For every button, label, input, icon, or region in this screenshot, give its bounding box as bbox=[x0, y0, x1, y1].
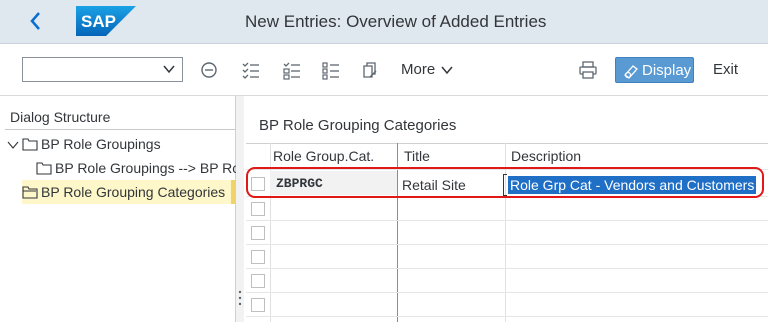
command-field-select[interactable] bbox=[22, 57, 183, 82]
details-icon[interactable] bbox=[321, 60, 341, 80]
back-button[interactable] bbox=[28, 10, 50, 34]
minus-circle-icon[interactable] bbox=[199, 60, 219, 80]
svg-text:SAP: SAP bbox=[81, 12, 116, 31]
chevron-down-icon bbox=[441, 66, 453, 75]
row-divider bbox=[246, 244, 768, 245]
copy-icon[interactable] bbox=[360, 60, 380, 80]
annotation-highlight bbox=[246, 167, 764, 198]
column-header-title[interactable]: Title bbox=[398, 145, 430, 169]
deselect-all-icon[interactable] bbox=[282, 60, 302, 80]
folder-icon bbox=[36, 162, 52, 175]
column-header-role-group-cat[interactable]: Role Group.Cat. bbox=[267, 145, 374, 169]
splitter-grip-icon[interactable] bbox=[238, 290, 242, 306]
row-select-checkbox[interactable] bbox=[251, 226, 265, 240]
row-select-checkbox[interactable] bbox=[251, 274, 265, 288]
tree-item-bp-role-grouping-categories[interactable]: BP Role Grouping Categories bbox=[22, 184, 225, 200]
row-divider bbox=[246, 220, 768, 221]
display-button[interactable]: Display bbox=[615, 57, 694, 83]
splitter[interactable] bbox=[236, 96, 244, 322]
row-select-checkbox[interactable] bbox=[251, 298, 265, 312]
sap-logo: SAP bbox=[76, 6, 136, 36]
more-menu[interactable]: More bbox=[401, 61, 453, 78]
tree-item-bp-role-groupings[interactable]: BP Role Groupings bbox=[7, 136, 161, 152]
row-divider bbox=[246, 292, 768, 293]
tree-item-bp-role-groupings-sub[interactable]: BP Role Groupings --> BP Ro bbox=[36, 160, 240, 176]
exit-button[interactable]: Exit bbox=[713, 61, 738, 78]
print-icon[interactable] bbox=[578, 60, 598, 80]
section-title: BP Role Grouping Categories bbox=[259, 117, 457, 134]
chevron-down-icon bbox=[163, 65, 175, 74]
glasses-icon bbox=[624, 65, 638, 79]
divider bbox=[5, 129, 236, 130]
row-divider bbox=[246, 316, 768, 317]
row-divider bbox=[246, 268, 768, 269]
row-select-checkbox[interactable] bbox=[251, 250, 265, 264]
column-header-description[interactable]: Description bbox=[505, 145, 581, 169]
dialog-structure-title: Dialog Structure bbox=[10, 109, 111, 125]
row-select-checkbox[interactable] bbox=[251, 202, 265, 216]
expand-arrow-icon bbox=[7, 141, 19, 149]
chevron-left-icon bbox=[30, 12, 40, 30]
folder-open-icon bbox=[22, 186, 38, 199]
folder-open-icon bbox=[22, 138, 38, 151]
select-all-icon[interactable] bbox=[241, 60, 261, 80]
page-title: New Entries: Overview of Added Entries bbox=[245, 12, 547, 31]
